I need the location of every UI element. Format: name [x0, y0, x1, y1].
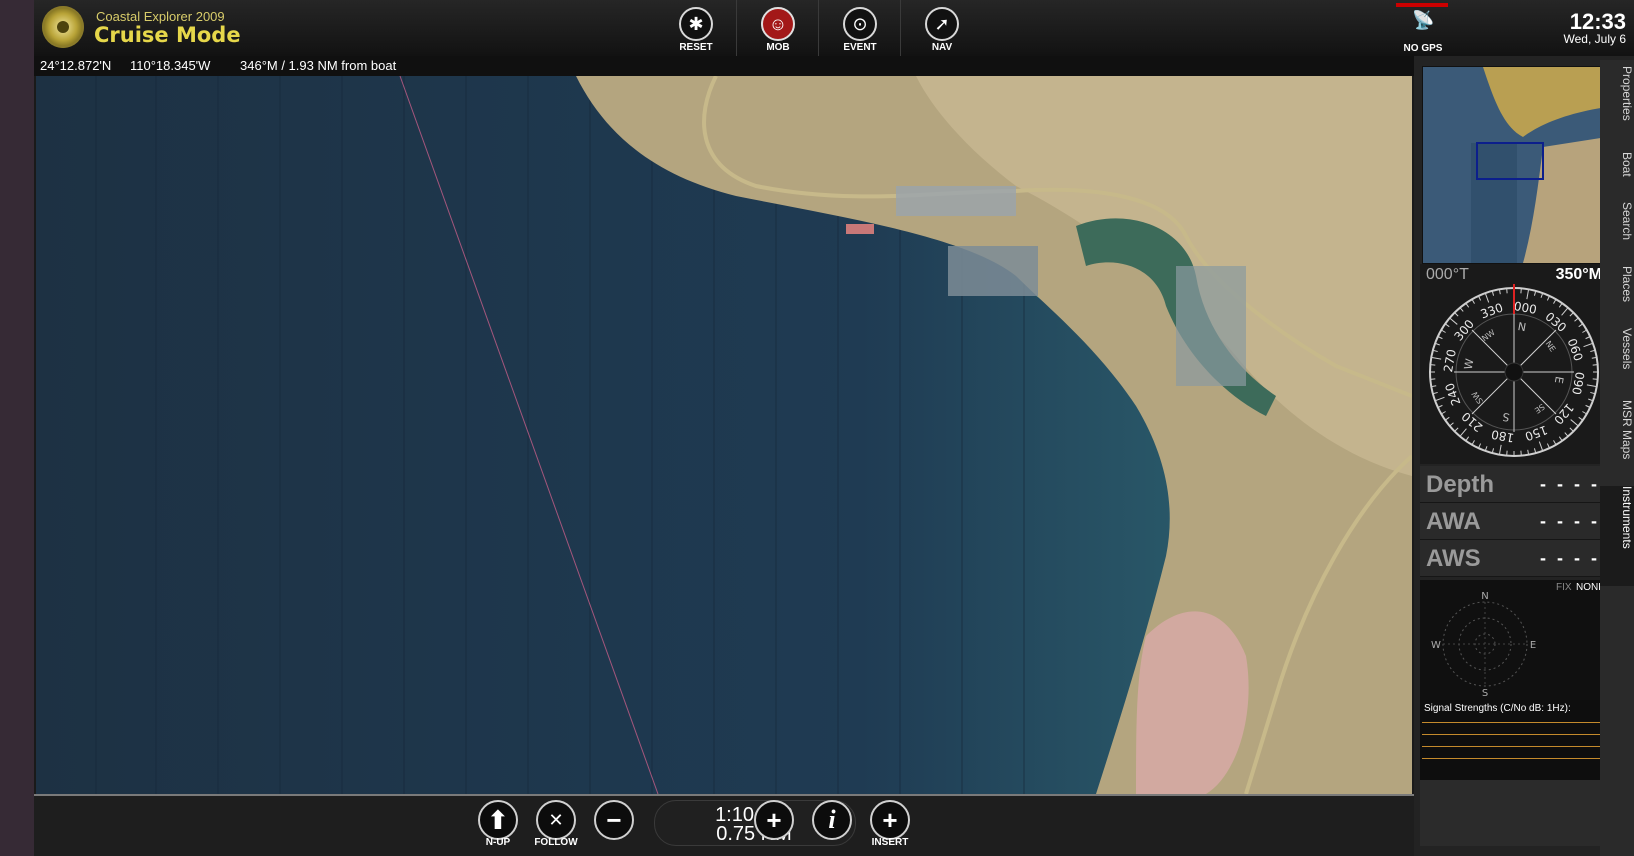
- satellite-sky-plot: N E S W: [1431, 591, 1536, 698]
- gps-alert-bar: [1396, 3, 1448, 7]
- tab-instruments[interactable]: Instruments: [1600, 486, 1634, 586]
- gps-status-button[interactable]: 📡 NO GPS: [1388, 3, 1458, 55]
- mob-button[interactable]: ☺ MOB: [738, 3, 818, 55]
- event-button[interactable]: ⊙ EVENT: [820, 3, 900, 55]
- signal-title: Signal Strengths (C/No dB: 1Hz):: [1424, 703, 1571, 714]
- toolbar-divider: [818, 0, 819, 56]
- app-logo-icon[interactable]: [42, 6, 84, 48]
- aws-label: AWS: [1426, 545, 1481, 572]
- follow-button[interactable]: ✕ FOLLOW: [528, 800, 584, 856]
- sky-north-label: N: [1481, 591, 1488, 602]
- reset-button[interactable]: ✱ RESET: [656, 3, 736, 55]
- side-tab-strip: Properties Boat Search Places Vessels MS…: [1600, 60, 1634, 856]
- minimap-chart: [1423, 67, 1607, 263]
- north-up-button[interactable]: ⬆ N-UP: [470, 800, 526, 856]
- minus-icon: −: [594, 800, 634, 840]
- tab-search[interactable]: Search: [1600, 202, 1634, 260]
- nav-arrow-icon: ➚: [925, 7, 959, 41]
- cursor-latitude: 24°12.872'N: [40, 58, 112, 73]
- sky-west-label: W: [1431, 640, 1441, 651]
- reset-label: RESET: [679, 42, 713, 53]
- plus-icon: +: [754, 800, 794, 840]
- awa-value: - - - -: [1540, 511, 1600, 531]
- reset-icon: ✱: [679, 7, 713, 41]
- insert-button[interactable]: + INSERT: [862, 800, 918, 856]
- signal-bar: [1422, 734, 1606, 735]
- toolbar-divider: [900, 0, 901, 56]
- depth-instrument[interactable]: Depth - - - -: [1420, 466, 1608, 503]
- tab-properties[interactable]: Properties: [1600, 66, 1634, 146]
- signal-bar: [1422, 758, 1606, 759]
- left-window-edge: [0, 0, 34, 856]
- cursor-longitude: 110°18.345'W: [130, 58, 211, 73]
- cursor-position-bar: 24°12.872'N 110°18.345'W 346°M / 1.93 NM…: [34, 56, 1414, 76]
- cursor-bearing-range: 346°M / 1.93 NM from boat: [240, 58, 397, 73]
- event-target-icon: ⊙: [843, 7, 877, 41]
- magnetic-heading: 350°M: [1555, 266, 1602, 283]
- overview-minimap[interactable]: [1422, 66, 1608, 264]
- chart-map-view[interactable]: [36, 76, 1412, 794]
- nav-button[interactable]: ➚ NAV: [902, 3, 982, 55]
- awa-label: AWA: [1426, 508, 1481, 535]
- aws-instrument[interactable]: AWS - - - -: [1420, 540, 1608, 577]
- gps-status-label: NO GPS: [1403, 43, 1443, 54]
- insert-plus-icon: +: [870, 800, 910, 840]
- depth-value: - - - -: [1540, 474, 1600, 494]
- event-label: EVENT: [843, 42, 877, 53]
- info-icon: i: [812, 800, 852, 840]
- insert-label: INSERT: [871, 837, 909, 848]
- true-heading: 000°T: [1426, 266, 1469, 283]
- signal-bar: [1422, 746, 1606, 747]
- satellite-icon: 📡: [1412, 10, 1435, 30]
- sky-south-label: S: [1482, 688, 1488, 698]
- man-overboard-icon: ☺: [761, 7, 795, 41]
- compass-rose: 000030060090120150180210240270300330 NNE…: [1429, 284, 1599, 457]
- tab-vessels[interactable]: Vessels: [1600, 328, 1634, 394]
- follow-boat-icon: ✕: [536, 800, 576, 840]
- info-button[interactable]: i: [804, 800, 860, 856]
- zoom-out-button[interactable]: −: [586, 800, 642, 856]
- toolbar-divider: [736, 0, 737, 56]
- north-up-label: N-UP: [485, 837, 511, 848]
- signal-bar: [1422, 722, 1606, 723]
- mob-label: MOB: [766, 42, 790, 53]
- awa-instrument[interactable]: AWA - - - -: [1420, 503, 1608, 540]
- aws-value: - - - -: [1540, 548, 1600, 568]
- sky-east-label: E: [1530, 640, 1536, 651]
- north-arrow-icon: ⬆: [478, 800, 518, 840]
- bottom-toolbar: ⬆ N-UP ✕ FOLLOW − 1:10,000 0.75 NM + i +…: [34, 796, 1414, 856]
- zoom-in-button[interactable]: +: [746, 800, 802, 856]
- clock-date: Wed, July 6: [1563, 32, 1626, 46]
- depth-label: Depth: [1426, 471, 1494, 498]
- empty-panel-area: [1420, 780, 1608, 846]
- mode-title[interactable]: Cruise Mode: [94, 23, 241, 47]
- nav-label: NAV: [931, 42, 953, 53]
- tab-msr-maps[interactable]: MSR Maps: [1600, 400, 1634, 480]
- tab-places[interactable]: Places: [1600, 266, 1634, 322]
- app-name: Coastal Explorer 2009: [96, 9, 225, 24]
- tab-boat[interactable]: Boat: [1600, 152, 1634, 196]
- satellite-chart: [36, 76, 1412, 794]
- fix-label: FIX: [1556, 582, 1572, 593]
- follow-label: FOLLOW: [534, 837, 578, 848]
